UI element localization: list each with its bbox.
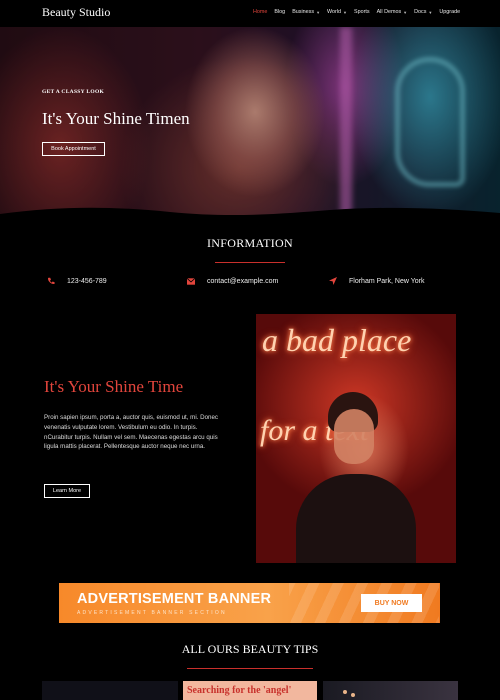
- nav-label: Upgrade: [439, 9, 461, 15]
- tips-title: ALL OURS BEAUTY TIPS: [181, 642, 319, 656]
- chevron-down-icon: ▼: [316, 9, 321, 15]
- hero-title: It's Your Shine Timen: [42, 109, 190, 128]
- nav-label: Docs: [414, 9, 427, 15]
- bokeh-light: [343, 690, 347, 694]
- tip-card-title: Searching for the 'angel': [187, 685, 292, 696]
- nav-label: World: [327, 9, 342, 15]
- title-underline: [215, 262, 285, 263]
- photo-figure-face: [334, 409, 374, 464]
- nav-label: Sports: [353, 9, 370, 15]
- nav-label: All Demos: [376, 9, 402, 15]
- site-brand[interactable]: Beauty Studio: [42, 5, 110, 20]
- info-email: contact@example.com: [186, 276, 278, 286]
- nav-item-docs[interactable]: Docs ▼: [414, 9, 432, 15]
- phone-icon: [46, 276, 56, 286]
- nav-item-business[interactable]: Business ▼: [292, 9, 320, 15]
- information-title: INFORMATION: [207, 236, 293, 250]
- hero-wave-divider: [0, 207, 500, 217]
- hero-eyebrow: GET A CLASSY LOOK: [42, 89, 105, 95]
- nav-item-blog[interactable]: Blog: [274, 9, 285, 15]
- feature-image: a bad place for a text: [256, 314, 456, 563]
- tip-card[interactable]: [42, 681, 178, 700]
- bokeh-light: [351, 693, 355, 697]
- chevron-down-icon: ▼: [428, 9, 433, 15]
- info-phone: 123-456-789: [46, 276, 107, 286]
- chevron-down-icon: ▼: [403, 9, 408, 15]
- hero-banner: GET A CLASSY LOOK It's Your Shine Timen …: [0, 27, 500, 217]
- chevron-down-icon: ▼: [343, 9, 347, 15]
- feature-title: It's Your Shine Time: [44, 377, 184, 396]
- site-header: Beauty Studio Home Blog Business ▼ World ▼…: [0, 0, 500, 27]
- info-location: Florham Park, New York: [328, 276, 424, 286]
- advertisement-banner[interactable]: ADVERTISEMENT BANNER ADVERTISEMENT BANNE…: [59, 583, 440, 623]
- tip-card[interactable]: Searching for the 'angel': [183, 681, 317, 700]
- nav-label: Blog: [274, 9, 286, 15]
- location-arrow-icon: [328, 276, 338, 286]
- tip-card[interactable]: [323, 681, 458, 700]
- title-underline: [187, 668, 313, 669]
- nav-label: Business: [292, 9, 315, 15]
- mail-icon: [186, 276, 196, 286]
- info-phone-text: 123-456-789: [67, 277, 107, 285]
- ad-title: ADVERTISEMENT BANNER: [77, 591, 272, 607]
- nav-item-sports[interactable]: Sports: [354, 9, 370, 15]
- info-email-text: contact@example.com: [207, 277, 279, 285]
- nav-item-upgrade[interactable]: Upgrade: [439, 9, 460, 15]
- main-nav: Home Blog Business ▼ World ▼ Sports All De…: [253, 9, 467, 15]
- book-appointment-button[interactable]: Book Appointment: [42, 142, 105, 156]
- feature-body: Proin sapien ipsum, porta a, auctor quis…: [44, 414, 219, 451]
- info-location-text: Florham Park, New York: [349, 277, 425, 285]
- buy-now-button[interactable]: BUY NOW: [361, 594, 422, 612]
- photo-figure-body: [296, 474, 416, 563]
- learn-more-button[interactable]: Learn More: [44, 484, 90, 498]
- nav-item-world[interactable]: World ▼: [327, 9, 347, 15]
- nav-label: Home: [253, 9, 268, 15]
- nav-item-home[interactable]: Home: [253, 9, 267, 15]
- nav-item-all-demos[interactable]: All Demos ▼: [377, 9, 408, 15]
- neon-sign-line: a bad place: [262, 322, 412, 358]
- ad-subtitle: ADVERTISEMENT BANNER SECTION: [77, 610, 227, 616]
